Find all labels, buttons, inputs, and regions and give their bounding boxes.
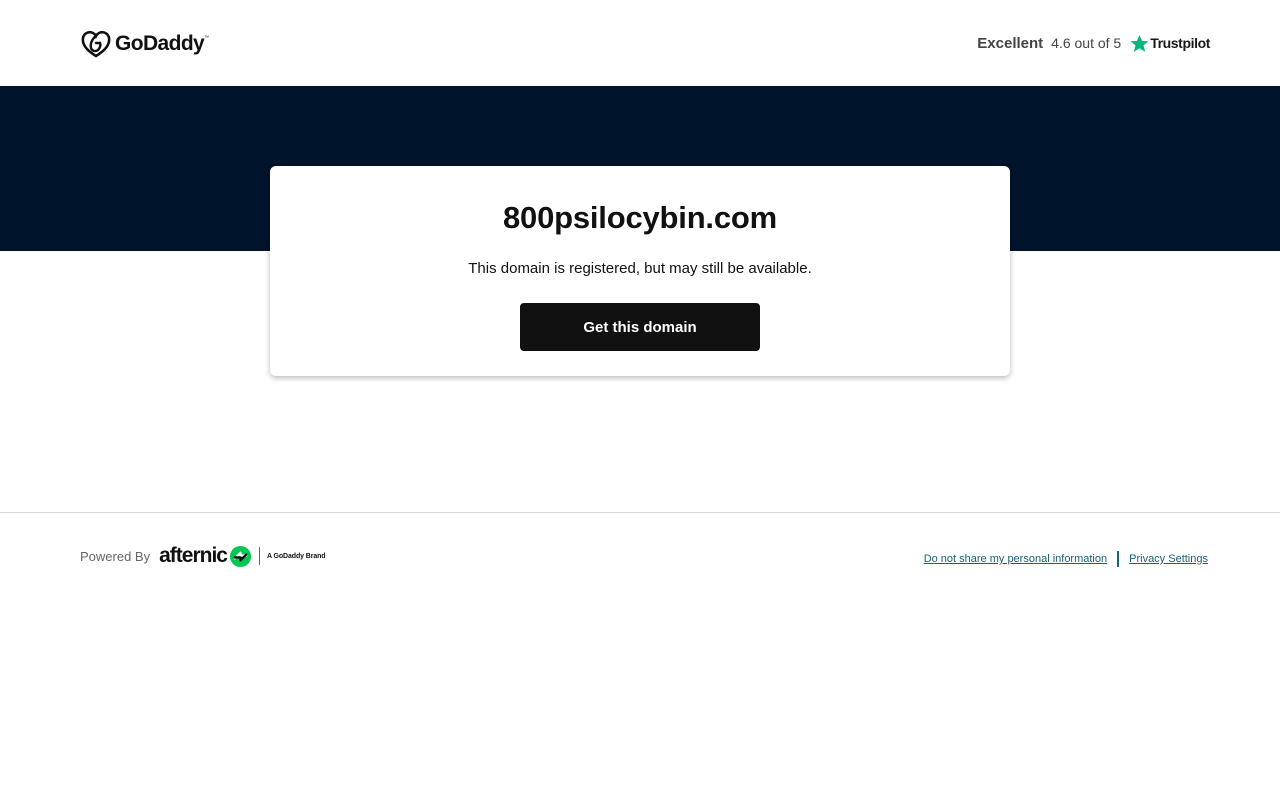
logo-trademark: ™ — [204, 35, 210, 41]
powered-by-label: Powered By — [80, 548, 151, 564]
get-this-domain-button[interactable]: Get this domain — [520, 303, 760, 351]
link-separator — [1117, 551, 1120, 567]
trustpilot-label: Trustpilot — [1150, 35, 1210, 51]
domain-card: 800psilocybin.com This domain is registe… — [270, 166, 1010, 376]
domain-status-text: This domain is registered, but may still… — [468, 260, 812, 277]
godaddy-logo[interactable]: GoDaddy ™ — [81, 29, 209, 59]
afternic-arrows-icon — [229, 545, 251, 567]
star-icon — [1130, 34, 1149, 52]
afternic-logo-text: afternic — [159, 544, 228, 567]
rating-score: 4.6 out of 5 — [1051, 35, 1122, 51]
footer-divider — [0, 512, 1280, 513]
domain-name: 800psilocybin.com — [503, 200, 777, 235]
rating-word: Excellent — [977, 34, 1044, 52]
privacy-settings-link[interactable]: Privacy Settings — [1129, 553, 1208, 565]
logo-text: GoDaddy — [115, 32, 205, 55]
godaddy-heart-icon — [81, 30, 111, 58]
footer-links: Do not share my personal information Pri… — [924, 549, 1208, 569]
godaddy-brand-text: A GoDaddy Brand — [266, 552, 326, 560]
trustpilot-rating[interactable]: Excellent 4.6 out of 5 Trustpilot — [977, 31, 1210, 55]
powered-by-afternic: Powered By afternic A GoDaddy Brand — [80, 543, 326, 569]
brand-divider — [258, 547, 260, 565]
site-header: GoDaddy ™ Excellent 4.6 out of 5 Trustpi… — [0, 0, 1280, 86]
do-not-share-link[interactable]: Do not share my personal information — [924, 553, 1107, 565]
